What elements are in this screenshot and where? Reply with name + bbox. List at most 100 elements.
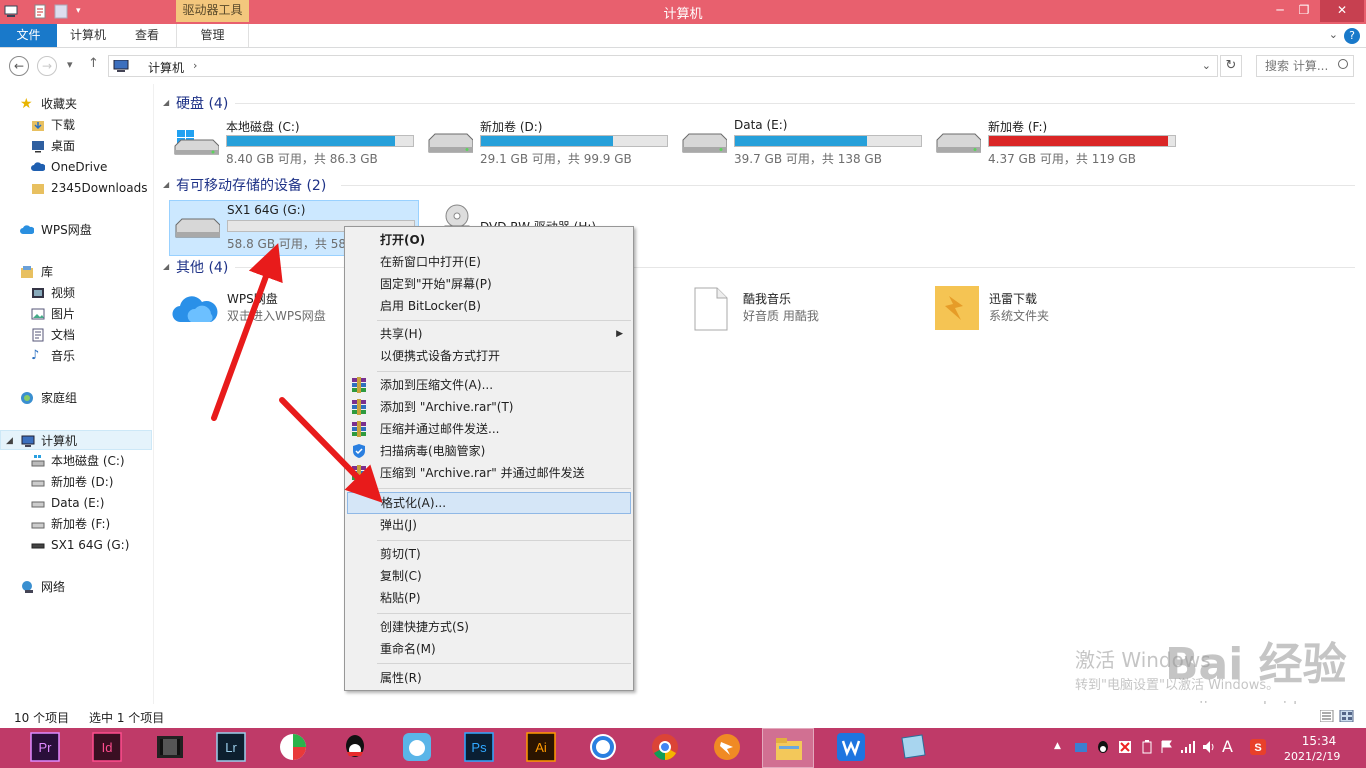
taskbar-clock-date[interactable]: 2021/2/19 [1284, 750, 1340, 763]
menu-format[interactable]: 格式化(A)... [347, 492, 631, 514]
tray-network-icon[interactable] [1074, 740, 1088, 754]
group-header-removable[interactable]: 有可移动存储的设备 (2) [176, 175, 326, 195]
cloud-music-app-icon[interactable] [402, 732, 432, 762]
nav-documents[interactable]: 文档 [0, 325, 152, 345]
drive-tile-d[interactable]: 新加卷 (D:) 29.1 GB 可用，共 99.9 GB [423, 116, 677, 172]
tray-flag-icon[interactable] [1160, 740, 1174, 754]
drive-tile-f[interactable]: 新加卷 (F:) 4.37 GB 可用，共 119 GB [931, 116, 1185, 172]
maximize-button[interactable]: ❐ [1290, 0, 1318, 22]
refresh-button[interactable]: ↻ [1220, 55, 1242, 77]
usb-drive-icon [31, 543, 45, 549]
tab-file[interactable]: 文件 [0, 24, 57, 47]
view-toggle-icons[interactable] [1320, 710, 1354, 722]
tray-volume-icon[interactable] [1202, 740, 1218, 754]
wps-app-icon[interactable] [836, 732, 866, 762]
video-editor-app-icon[interactable] [155, 732, 185, 762]
tray-security-icon[interactable] [1118, 740, 1132, 754]
photoshop-app-icon[interactable]: Ps [464, 732, 494, 762]
tray-qq-icon[interactable] [1096, 740, 1110, 754]
back-button[interactable]: ← [9, 56, 29, 76]
drive-tile-e[interactable]: Data (E:) 39.7 GB 可用，共 138 GB [677, 116, 931, 172]
nav-downloads[interactable]: 下载 [0, 115, 152, 135]
menu-open-as-portable[interactable]: 以便携式设备方式打开 [347, 345, 631, 367]
menu-add-to-archive[interactable]: 添加到压缩文件(A)... [347, 374, 631, 396]
nav-pictures[interactable]: 图片 [0, 304, 152, 324]
nav-onedrive[interactable]: OneDrive [0, 157, 152, 177]
menu-scan-virus[interactable]: 扫描病毒(电脑管家) [347, 440, 631, 462]
nav-music[interactable]: ♪ 音乐 [0, 346, 152, 366]
xunlei-app-icon[interactable] [712, 732, 742, 762]
nav-libraries[interactable]: 库 [0, 262, 152, 282]
nav-computer[interactable]: ◢ 计算机 [0, 430, 152, 450]
tray-sogou-icon[interactable]: S [1250, 739, 1266, 755]
search-input[interactable]: 搜索 计算... [1256, 55, 1354, 77]
nav-drive-g[interactable]: SX1 64G (G:) [0, 535, 152, 555]
menu-pin-to-start[interactable]: 固定到"开始"屏幕(P) [347, 273, 631, 295]
nav-favorites[interactable]: ★ 收藏夹 [0, 94, 152, 114]
premiere-app-icon[interactable]: Pr [30, 732, 60, 762]
nav-drive-e[interactable]: Data (E:) [0, 493, 152, 513]
group-collapse-icon[interactable]: ◢ [163, 98, 169, 107]
drive-tile-c[interactable]: 本地磁盘 (C:) 8.40 GB 可用，共 86.3 GB [169, 116, 423, 172]
group-collapse-icon[interactable]: ◢ [163, 180, 169, 189]
menu-eject[interactable]: 弹出(J) [347, 514, 631, 536]
recent-locations-button[interactable]: ▾ [67, 58, 73, 71]
tray-expand-icon[interactable]: ▲ [1054, 741, 1061, 751]
group-header-hard-disks[interactable]: 硬盘 (4) [176, 93, 228, 113]
menu-add-to-archive-rar[interactable]: 添加到 "Archive.rar"(T) [347, 396, 631, 418]
tray-battery-icon[interactable] [1140, 740, 1154, 754]
ribbon-expand-icon[interactable]: ⌄ [1329, 28, 1338, 41]
nav-drive-c[interactable]: 本地磁盘 (C:) [0, 451, 152, 471]
menu-create-shortcut[interactable]: 创建快捷方式(S) [347, 616, 631, 638]
nav-desktop[interactable]: 桌面 [0, 136, 152, 156]
item-kuwo-music[interactable]: 酷我音乐 好音质 用酷我 [687, 284, 927, 336]
breadcrumb-separator[interactable]: › [193, 59, 197, 72]
nav-2345downloads[interactable]: 2345Downloads [0, 178, 152, 198]
notes-app-icon[interactable] [898, 732, 928, 762]
menu-compress-to-rar-and-email[interactable]: 压缩到 "Archive.rar" 并通过邮件发送 [347, 462, 631, 484]
item-xunlei-download[interactable]: 迅雷下载 系统文件夹 [933, 284, 1173, 336]
menu-share[interactable]: 共享(H) ▶ [347, 323, 631, 345]
group-collapse-icon[interactable]: ◢ [163, 262, 169, 271]
hard-drive-icon [31, 522, 45, 529]
menu-cut[interactable]: 剪切(T) [347, 543, 631, 565]
file-explorer-app-icon[interactable] [762, 728, 814, 768]
address-dropdown-icon[interactable]: ⌄ [1202, 59, 1211, 72]
nav-drive-d[interactable]: 新加卷 (D:) [0, 472, 152, 492]
nav-drive-f[interactable]: 新加卷 (F:) [0, 514, 152, 534]
menu-properties[interactable]: 属性(R) [347, 667, 631, 689]
taskbar-clock-time[interactable]: 15:34 [1297, 734, 1341, 748]
menu-compress-and-email[interactable]: 压缩并通过邮件发送... [347, 418, 631, 440]
illustrator-app-icon[interactable]: Ai [526, 732, 556, 762]
taskbar: Pr Id Lr Ps Ai ▲ A S 15:34 2021/2/19 [0, 728, 1366, 768]
360-app-icon[interactable] [278, 732, 308, 762]
group-header-other[interactable]: 其他 (4) [176, 257, 228, 277]
nav-homegroup[interactable]: 家庭组 [0, 388, 152, 408]
tab-computer[interactable]: 计算机 [60, 24, 116, 47]
menu-copy[interactable]: 复制(C) [347, 565, 631, 587]
lightroom-app-icon[interactable]: Lr [216, 732, 246, 762]
menu-enable-bitlocker[interactable]: 启用 BitLocker(B) [347, 295, 631, 317]
indesign-app-icon[interactable]: Id [92, 732, 122, 762]
up-button[interactable]: ↑ [88, 56, 99, 71]
submenu-arrow-icon: ▶ [616, 329, 623, 339]
help-button[interactable]: ? [1344, 28, 1360, 44]
nav-wps-drive[interactable]: WPS网盘 [0, 220, 152, 240]
tab-manage[interactable]: 管理 [176, 24, 249, 47]
menu-rename[interactable]: 重命名(M) [347, 638, 631, 660]
chrome-app-icon[interactable] [650, 732, 680, 762]
browser-app-icon[interactable] [588, 732, 618, 762]
forward-button[interactable]: → [37, 56, 57, 76]
menu-paste[interactable]: 粘贴(P) [347, 587, 631, 609]
breadcrumb-computer[interactable]: 计算机 [148, 59, 184, 76]
menu-open-new-window[interactable]: 在新窗口中打开(E) [347, 251, 631, 273]
close-button[interactable]: ✕ [1320, 0, 1364, 22]
tray-wifi-signal-icon[interactable] [1180, 740, 1196, 754]
tray-ime-indicator[interactable]: A [1222, 737, 1233, 756]
nav-videos[interactable]: 视频 [0, 283, 152, 303]
menu-open[interactable]: 打开(O) [347, 229, 631, 251]
nav-network[interactable]: 网络 [0, 577, 152, 597]
address-bar[interactable]: 计算机 › ⌄ [108, 55, 1218, 77]
qq-app-icon[interactable] [340, 732, 370, 762]
tab-view[interactable]: 查看 [120, 24, 174, 47]
